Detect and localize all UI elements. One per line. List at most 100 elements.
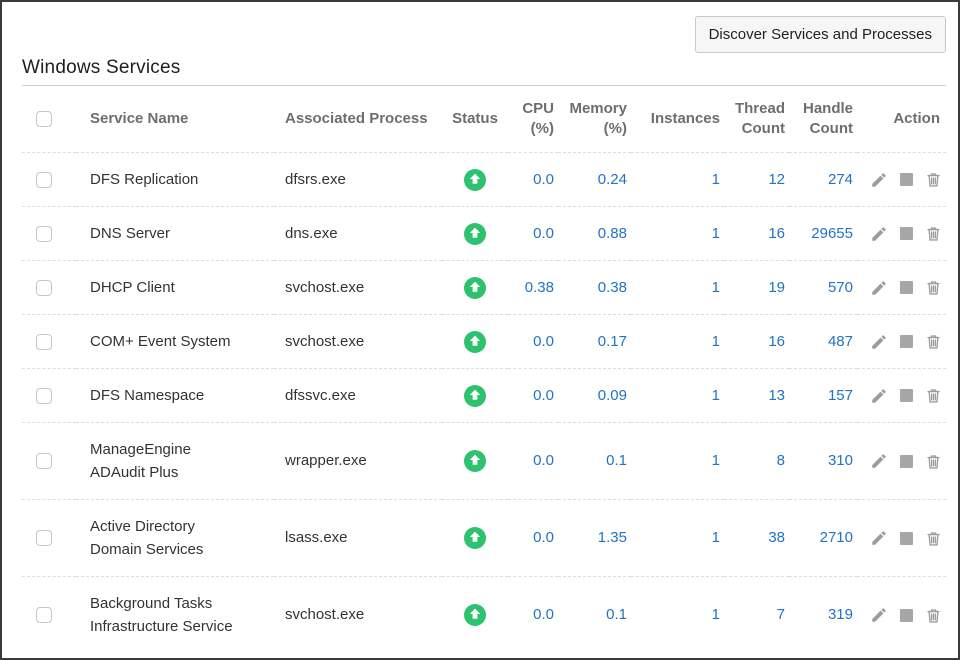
threads-value: 16 [724, 314, 789, 368]
edit-icon[interactable] [870, 452, 888, 470]
table-header-row: Service Name Associated Process Status C… [22, 86, 946, 152]
delete-icon[interactable] [925, 453, 942, 470]
row-checkbox[interactable] [36, 334, 52, 350]
service-name: DFS Replication [90, 168, 198, 191]
edit-icon[interactable] [870, 529, 888, 547]
col-header-instances: Instances [631, 86, 724, 152]
edit-icon[interactable] [870, 279, 888, 297]
memory-value: 1.35 [558, 499, 631, 576]
instances-value: 1 [631, 152, 724, 206]
memory-value: 0.1 [558, 422, 631, 499]
associated-process: dns.exe [274, 206, 442, 260]
table-row: DHCP Client svchost.exe 0.38 0.38 1 19 5… [22, 260, 946, 314]
col-header-associated-process: Associated Process [274, 86, 442, 152]
instances-value: 1 [631, 260, 724, 314]
memory-value: 0.09 [558, 368, 631, 422]
instances-value: 1 [631, 314, 724, 368]
delete-icon[interactable] [925, 387, 942, 404]
stop-icon[interactable] [900, 227, 913, 240]
threads-value: 16 [724, 206, 789, 260]
row-checkbox[interactable] [36, 530, 52, 546]
status-up-icon [464, 277, 486, 299]
col-header-service-name: Service Name [76, 86, 274, 152]
status-up-icon [464, 223, 486, 245]
threads-value: 7 [724, 576, 789, 653]
row-checkbox[interactable] [36, 388, 52, 404]
edit-icon[interactable] [870, 387, 888, 405]
delete-icon[interactable] [925, 279, 942, 296]
threads-value: 8 [724, 422, 789, 499]
status-up-icon [464, 385, 486, 407]
delete-icon[interactable] [925, 225, 942, 242]
associated-process: svchost.exe [274, 260, 442, 314]
row-checkbox[interactable] [36, 453, 52, 469]
col-header-memory: Memory (%) [558, 86, 631, 152]
edit-icon[interactable] [870, 225, 888, 243]
associated-process: dfssvc.exe [274, 368, 442, 422]
edit-icon[interactable] [870, 333, 888, 351]
instances-value: 1 [631, 368, 724, 422]
stop-icon[interactable] [900, 532, 913, 545]
handles-value: 319 [789, 576, 857, 653]
row-checkbox[interactable] [36, 607, 52, 623]
row-checkbox[interactable] [36, 280, 52, 296]
status-up-icon [464, 331, 486, 353]
table-row: DNS Server dns.exe 0.0 0.88 1 16 29655 [22, 206, 946, 260]
col-header-status: Status [442, 86, 508, 152]
edit-icon[interactable] [870, 171, 888, 189]
select-all-checkbox[interactable] [36, 111, 52, 127]
stop-icon[interactable] [900, 455, 913, 468]
edit-icon[interactable] [870, 606, 888, 624]
associated-process: svchost.exe [274, 314, 442, 368]
stop-icon[interactable] [900, 389, 913, 402]
table-row: DFS Replication dfsrs.exe 0.0 0.24 1 12 … [22, 152, 946, 206]
instances-value: 1 [631, 206, 724, 260]
stop-icon[interactable] [900, 173, 913, 186]
col-header-thread-count: Thread Count [724, 86, 789, 152]
threads-value: 12 [724, 152, 789, 206]
table-row: COM+ Event System svchost.exe 0.0 0.17 1… [22, 314, 946, 368]
delete-icon[interactable] [925, 333, 942, 350]
associated-process: dfsrs.exe [274, 152, 442, 206]
status-up-icon [464, 527, 486, 549]
page-header: Discover Services and Processes Windows … [22, 2, 946, 86]
service-name: DNS Server [90, 222, 170, 245]
instances-value: 1 [631, 422, 724, 499]
memory-value: 0.24 [558, 152, 631, 206]
row-checkbox[interactable] [36, 226, 52, 242]
stop-icon[interactable] [900, 335, 913, 348]
instances-value: 1 [631, 576, 724, 653]
delete-icon[interactable] [925, 171, 942, 188]
handles-value: 310 [789, 422, 857, 499]
status-up-icon [464, 450, 486, 472]
cpu-value: 0.0 [508, 499, 558, 576]
service-name: Active Directory Domain Services [90, 515, 245, 561]
cpu-value: 0.0 [508, 152, 558, 206]
threads-value: 13 [724, 368, 789, 422]
delete-icon[interactable] [925, 607, 942, 624]
handles-value: 2710 [789, 499, 857, 576]
status-up-icon [464, 169, 486, 191]
col-header-cpu: CPU (%) [508, 86, 558, 152]
stop-icon[interactable] [900, 609, 913, 622]
table-row: Active Directory Domain Services lsass.e… [22, 499, 946, 576]
associated-process: svchost.exe [274, 576, 442, 653]
cpu-value: 0.0 [508, 314, 558, 368]
associated-process: wrapper.exe [274, 422, 442, 499]
threads-value: 19 [724, 260, 789, 314]
delete-icon[interactable] [925, 530, 942, 547]
handles-value: 29655 [789, 206, 857, 260]
instances-value: 1 [631, 499, 724, 576]
handles-value: 487 [789, 314, 857, 368]
row-checkbox[interactable] [36, 172, 52, 188]
memory-value: 0.38 [558, 260, 631, 314]
col-header-handle-count: Handle Count [789, 86, 857, 152]
discover-services-button[interactable]: Discover Services and Processes [695, 16, 946, 53]
services-table: Service Name Associated Process Status C… [22, 86, 946, 653]
stop-icon[interactable] [900, 281, 913, 294]
table-row: ManageEngine ADAudit Plus wrapper.exe 0.… [22, 422, 946, 499]
cpu-value: 0.0 [508, 422, 558, 499]
cpu-value: 0.0 [508, 206, 558, 260]
services-table-body: DFS Replication dfsrs.exe 0.0 0.24 1 12 … [22, 152, 946, 653]
cpu-value: 0.38 [508, 260, 558, 314]
